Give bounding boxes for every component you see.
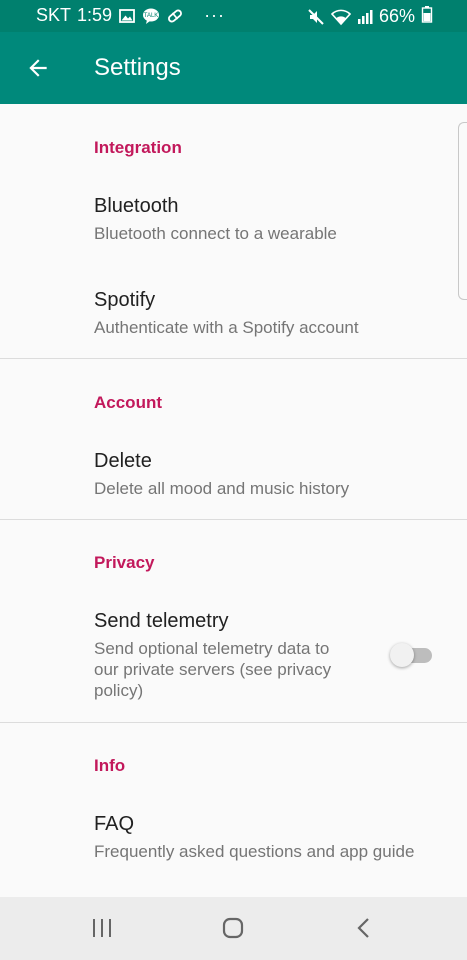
summary-line: our private servers (see privacy bbox=[94, 660, 332, 679]
carrier-label: SKT bbox=[36, 5, 72, 25]
svg-text:TALK: TALK bbox=[144, 13, 159, 19]
recent-apps-icon bbox=[93, 919, 111, 937]
more-notifications-icon: ··· bbox=[204, 5, 226, 25]
image-icon bbox=[118, 7, 136, 25]
status-right: 66% bbox=[307, 5, 433, 28]
toggle-thumb bbox=[390, 643, 414, 667]
scrollbar[interactable] bbox=[458, 122, 467, 300]
pref-title: Delete bbox=[94, 450, 152, 472]
settings-list[interactable]: Integration Bluetooth Bluetooth connect … bbox=[0, 104, 467, 897]
status-bar: SKT 1:59 TALK ··· 66% bbox=[0, 0, 467, 32]
back-button[interactable] bbox=[20, 50, 56, 86]
battery-icon bbox=[421, 5, 433, 28]
home-button[interactable] bbox=[216, 913, 250, 943]
pref-summary: Send optional telemetry data to our priv… bbox=[94, 638, 331, 701]
battery-percent: 66% bbox=[378, 6, 415, 26]
status-left: SKT 1:59 TALK ··· bbox=[36, 5, 225, 26]
wifi-icon bbox=[330, 8, 352, 26]
arrow-left-icon bbox=[29, 59, 47, 77]
section-divider bbox=[0, 519, 467, 520]
clock: 1:59 bbox=[77, 5, 113, 25]
back-chevron-icon bbox=[357, 918, 369, 938]
pref-summary: Authenticate with a Spotify account bbox=[94, 318, 359, 337]
pref-summary: Frequently asked questions and app guide bbox=[94, 842, 415, 861]
telemetry-toggle[interactable] bbox=[390, 643, 432, 667]
pill-icon bbox=[166, 7, 184, 25]
navigation-bar bbox=[0, 897, 467, 960]
pref-title: FAQ bbox=[94, 813, 135, 835]
talk-icon: TALK bbox=[142, 7, 160, 25]
recents-button[interactable] bbox=[85, 913, 119, 943]
pref-title: Spotify bbox=[94, 289, 156, 311]
pref-faq[interactable]: FAQ Frequently asked questions and app g… bbox=[0, 800, 467, 886]
home-icon bbox=[222, 917, 244, 939]
summary-line: Send optional telemetry data to bbox=[94, 639, 330, 658]
section-divider bbox=[0, 358, 467, 359]
pref-title: Bluetooth bbox=[94, 195, 179, 217]
summary-line: policy) bbox=[94, 681, 144, 700]
pref-delete[interactable]: Delete Delete all mood and music history bbox=[0, 437, 467, 523]
category-info: Info bbox=[94, 756, 126, 775]
pref-spotify[interactable]: Spotify Authenticate with a Spotify acco… bbox=[0, 276, 467, 362]
app-bar: Settings bbox=[0, 32, 467, 104]
signal-icon bbox=[355, 8, 373, 26]
category-integration: Integration bbox=[94, 138, 182, 157]
category-account: Account bbox=[94, 393, 162, 412]
back-nav-button[interactable] bbox=[347, 913, 381, 943]
pref-bluetooth[interactable]: Bluetooth Bluetooth connect to a wearabl… bbox=[0, 182, 467, 268]
mute-icon bbox=[307, 8, 325, 26]
pref-summary: Bluetooth connect to a wearable bbox=[94, 224, 337, 243]
pref-summary: Delete all mood and music history bbox=[94, 479, 350, 498]
page-title: Settings bbox=[94, 54, 181, 81]
pref-title: Send telemetry bbox=[94, 610, 229, 632]
category-privacy: Privacy bbox=[94, 553, 155, 572]
section-divider bbox=[0, 722, 467, 723]
